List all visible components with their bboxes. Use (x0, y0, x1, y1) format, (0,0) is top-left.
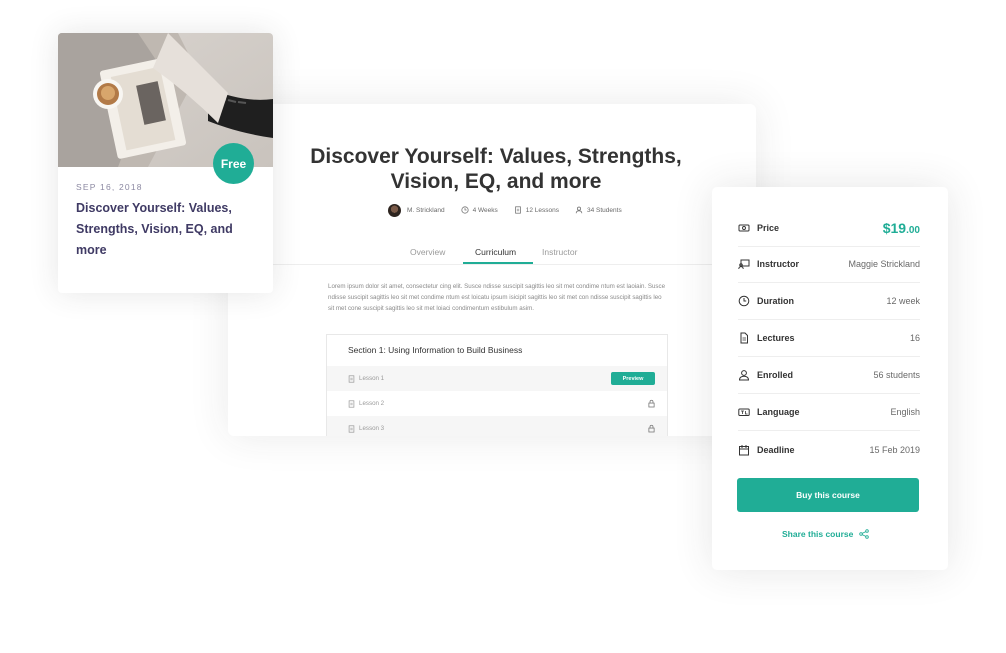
avatar (388, 203, 401, 217)
price-value: $19.00 (883, 220, 920, 236)
free-badge: Free (213, 143, 254, 184)
tab-instructor[interactable]: Instructor (542, 245, 577, 265)
duration-value: 12 week (886, 296, 920, 306)
price-main: $19 (882, 220, 907, 236)
lessons-meta: 12 Lessons (514, 206, 559, 214)
lesson-label: Lesson 1 (359, 375, 385, 382)
share-icon (859, 529, 870, 539)
lectures-label: Lectures (757, 333, 795, 343)
instructor-meta[interactable]: M. Strickland (388, 203, 445, 217)
user-icon (738, 370, 750, 381)
course-description: Lorem ipsum dolor sit amet, consectetur … (328, 283, 666, 312)
lesson-row[interactable]: Lesson 2 (327, 391, 667, 416)
instructor-name: M. Strickland (407, 206, 445, 214)
course-info-sidebar: Price $19.00 Instructor Maggie Stricklan… (712, 187, 948, 570)
card-date: SEP 16, 2018 (76, 182, 143, 192)
lesson-row[interactable]: Lesson 1 Preview (327, 366, 667, 391)
instructor-value: Maggie Strickland (848, 259, 920, 269)
file-icon (348, 424, 355, 433)
share-course-link[interactable]: Share this course (782, 528, 870, 540)
file-icon (740, 332, 748, 344)
students-text: 34 Students (587, 206, 622, 214)
preview-button[interactable]: Preview (611, 372, 655, 385)
deadline-label: Deadline (757, 444, 795, 455)
course-detail-page: Discover Yourself: Values, Strengths, Vi… (228, 104, 756, 436)
price-cents: .00 (906, 225, 920, 236)
user-icon (575, 206, 583, 214)
money-icon (738, 224, 750, 232)
lessons-text: 12 Lessons (525, 206, 559, 214)
duration-meta: 4 Weeks (460, 206, 498, 214)
info-row-language: Language English (738, 394, 920, 431)
calendar-icon (739, 444, 749, 455)
curriculum-section: Section 1: Using Information to Build Bu… (326, 334, 668, 436)
file-icon (514, 206, 521, 214)
course-title: Discover Yourself: Values, Strengths, Vi… (310, 145, 682, 193)
lesson-label: Lesson 2 (359, 400, 385, 407)
students-meta: 34 Students (575, 206, 622, 214)
active-tab-indicator (463, 262, 533, 264)
info-row-lectures: Lectures 16 (738, 320, 920, 357)
info-row-price: Price $19.00 (738, 210, 920, 247)
language-icon (738, 408, 750, 416)
language-value: English (890, 407, 920, 417)
lock-icon (648, 399, 655, 408)
tab-overview[interactable]: Overview (410, 245, 445, 265)
share-label: Share this course (782, 529, 854, 539)
chalkboard-icon (738, 259, 750, 270)
lesson-row[interactable]: Lesson 3 (327, 416, 667, 436)
instructor-label: Instructor (757, 259, 800, 269)
duration-text: 4 Weeks (472, 206, 498, 214)
course-card[interactable]: Free SEP 16, 2018 Discover Yourself: Val… (58, 33, 273, 293)
lesson-label: Lesson 3 (359, 425, 385, 432)
duration-label: Duration (757, 296, 794, 306)
info-row-deadline: Deadline 15 Feb 2019 (738, 431, 920, 468)
info-row-instructor: Instructor Maggie Strickland (738, 246, 920, 283)
info-row-enrolled: Enrolled 56 students (738, 357, 920, 394)
language-label: Language (757, 407, 800, 417)
card-title[interactable]: Discover Yourself: Values, Strengths, Vi… (76, 198, 256, 261)
enrolled-label: Enrolled (757, 370, 794, 380)
info-row-duration: Duration 12 week (738, 283, 920, 320)
buy-course-button[interactable]: Buy this course (737, 478, 919, 512)
price-label: Price (757, 223, 780, 233)
file-icon (348, 399, 355, 408)
section-title[interactable]: Section 1: Using Information to Build Bu… (348, 345, 522, 355)
course-meta: M. Strickland 4 Weeks 12 Lessons 34 Stud… (388, 203, 638, 217)
file-icon (348, 374, 355, 383)
deadline-value: 15 Feb 2019 (869, 444, 920, 455)
enrolled-value: 56 students (873, 370, 920, 380)
lock-icon (648, 424, 655, 433)
clock-icon (738, 295, 750, 307)
clock-icon (460, 206, 469, 214)
lectures-value: 16 (909, 333, 920, 343)
